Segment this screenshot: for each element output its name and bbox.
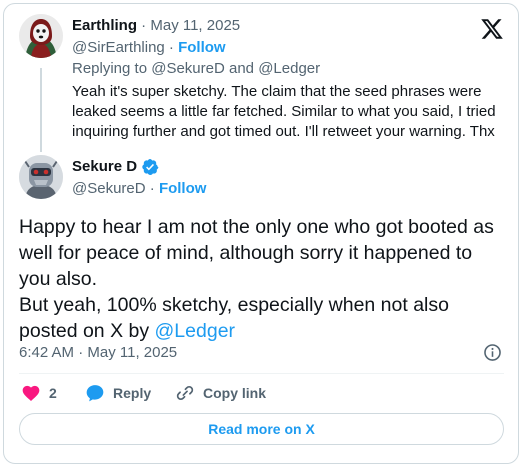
- verified-badge-icon: [142, 158, 159, 176]
- main-follow-separator: ·: [145, 180, 159, 197]
- earthling-avatar[interactable]: [19, 14, 63, 58]
- sekured-avatar-image: [19, 155, 63, 199]
- replying-to-prefix: Replying to: [72, 60, 152, 77]
- main-author-name[interactable]: Sekure D: [72, 157, 137, 177]
- like-count: 2: [49, 385, 57, 401]
- reply-label: Reply: [113, 385, 152, 401]
- main-tweet-paragraph-1: Happy to hear I am not the only one who …: [19, 216, 494, 290]
- info-icon[interactable]: [483, 343, 502, 362]
- reply-date[interactable]: May 11, 2025: [150, 17, 240, 34]
- like-button[interactable]: 2: [21, 381, 57, 405]
- replying-to-sekured[interactable]: @SekureD: [151, 60, 225, 77]
- replying-to-and: and: [224, 60, 259, 77]
- reply-author-handle[interactable]: @SirEarthling: [72, 39, 165, 56]
- reply-tweet-text: Yeah it's super sketchy. The claim that …: [72, 83, 496, 140]
- copy-link-button[interactable]: Copy link: [175, 381, 266, 405]
- earthling-avatar-image: [19, 14, 63, 58]
- main-author-handle[interactable]: @SekureD: [72, 180, 146, 197]
- reply-handle-row: @SirEarthling · Follow: [72, 38, 226, 58]
- main-handle-row: @SekureD · Follow: [72, 179, 206, 199]
- thread-connector-line: [40, 68, 42, 152]
- reply-author-name[interactable]: Earthling: [72, 17, 137, 34]
- reply-date-separator: ·: [137, 17, 151, 34]
- main-follow-button[interactable]: Follow: [159, 180, 207, 197]
- reply-follow-button[interactable]: Follow: [178, 39, 226, 56]
- reply-follow-separator: ·: [164, 39, 179, 56]
- tweet-timestamp[interactable]: 6:42 AM · May 11, 2025: [19, 343, 177, 363]
- reply-bubble-icon: [86, 385, 104, 402]
- link-icon: [176, 386, 194, 400]
- replying-to-ledger[interactable]: @Ledger: [258, 60, 320, 77]
- actions-divider: [19, 373, 504, 374]
- replying-to-line: Replying to @SekureD and @Ledger: [72, 59, 320, 79]
- reply-tweet-header: Earthling · May 11, 2025: [72, 16, 240, 36]
- copy-link-label: Copy link: [203, 385, 267, 401]
- main-tweet-text: Happy to hear I am not the only one who …: [19, 214, 504, 344]
- main-tweet-header: Sekure D: [72, 157, 159, 177]
- reply-button[interactable]: Reply: [85, 381, 151, 405]
- read-more-button[interactable]: Read more on X: [19, 413, 504, 445]
- heart-icon: [22, 385, 40, 401]
- x-logo-icon[interactable]: [480, 17, 504, 41]
- sekured-avatar[interactable]: [19, 155, 63, 199]
- mention-ledger-link[interactable]: @Ledger: [155, 320, 236, 342]
- main-tweet-paragraph-2: But yeah, 100% sketchy, especially when …: [19, 292, 504, 344]
